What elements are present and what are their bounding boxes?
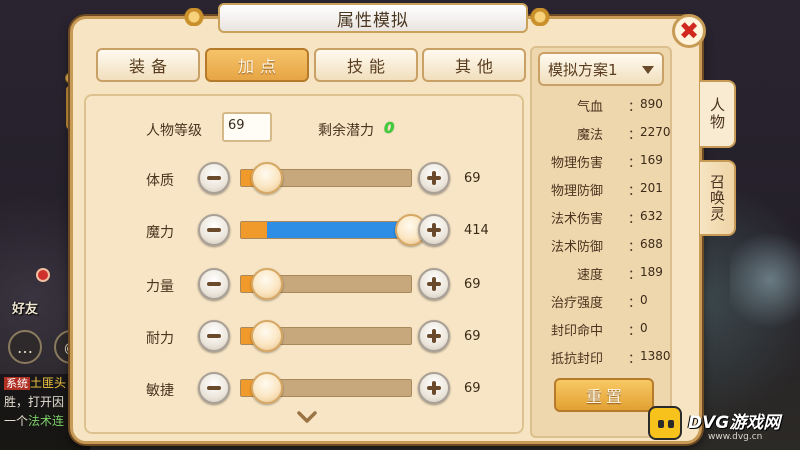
level-label: 人物等级 [146, 123, 202, 139]
minus-icon [207, 176, 221, 180]
chat-line-3-prefix: 一个 [4, 414, 29, 428]
stat-value: 0 [640, 293, 648, 307]
watermark-text: DVG游戏网 [688, 413, 781, 433]
plus-icon-v [432, 329, 436, 343]
stat-value: 0 [640, 321, 648, 335]
stat-name: 气血 [576, 100, 603, 115]
plus-icon-v [432, 277, 436, 291]
minus-icon [207, 386, 221, 390]
side-tab-summon[interactable]: 召唤灵 [700, 160, 736, 236]
close-button[interactable]: ✖ [672, 14, 706, 48]
plus-icon-v [432, 223, 436, 237]
attribute-slider[interactable] [240, 268, 412, 300]
system-tag: 系统 [4, 377, 30, 390]
potential-value: 0 [384, 119, 395, 137]
attribute-label: 魔力 [146, 225, 174, 241]
scheme-dropdown[interactable]: 模拟方案1 [538, 52, 664, 86]
stat-name: 法术防御 [550, 240, 603, 255]
notification-dot [36, 268, 50, 282]
panel-title: 属性模拟 [218, 3, 528, 33]
chat-line-1-text: 土匪头 [30, 376, 67, 390]
stat-value: 201 [640, 181, 663, 195]
scroll-down-icon[interactable] [296, 410, 318, 424]
increase-button[interactable] [418, 268, 450, 300]
minus-icon [207, 334, 221, 338]
stat-value: 632 [640, 209, 663, 223]
slider-knob[interactable] [251, 162, 283, 194]
slider-knob[interactable] [251, 372, 283, 404]
scene-decoration [730, 230, 800, 340]
side-tab-label: 召唤灵 [708, 174, 726, 222]
side-tab-label: 人物 [708, 97, 726, 131]
title-ornament-right [526, 8, 554, 26]
stat-value: 688 [640, 237, 663, 251]
friends-label[interactable]: 好友 [12, 298, 38, 317]
stat-name: 速度 [576, 268, 603, 283]
plus-icon-v [432, 381, 436, 395]
chat-bubble-icon[interactable]: … [8, 330, 42, 364]
increase-button[interactable] [418, 214, 450, 246]
attribute-label: 耐力 [146, 331, 174, 347]
decrease-button[interactable] [198, 268, 230, 300]
attribute-value: 69 [464, 381, 481, 396]
increase-button[interactable] [418, 162, 450, 194]
attribute-label: 敏捷 [146, 383, 174, 399]
chevron-down-icon [642, 66, 654, 74]
attribute-value: 69 [464, 171, 481, 186]
minus-icon [207, 282, 221, 286]
stat-value: 2270 [640, 125, 671, 139]
tab-add-points[interactable]: 加点 [205, 48, 309, 82]
chat-line-3-highlight: 法术连 [28, 414, 65, 428]
stat-name: 治疗强度 [550, 296, 603, 311]
attribute-slider[interactable] [240, 162, 412, 194]
watermark-logo-icon [648, 406, 682, 440]
increase-button[interactable] [418, 372, 450, 404]
attribute-value: 69 [464, 277, 481, 292]
increase-button[interactable] [418, 320, 450, 352]
stat-name: 封印命中 [550, 324, 603, 339]
tab-skills[interactable]: 技能 [314, 48, 418, 82]
stat-value: 890 [640, 97, 663, 111]
slider-knob[interactable] [251, 320, 283, 352]
level-input[interactable]: 69 [222, 112, 272, 142]
watermark-sub: www.dvg.cn [708, 432, 763, 442]
slider-fill [267, 222, 413, 238]
decrease-button[interactable] [198, 162, 230, 194]
title-ornament-left [180, 8, 208, 26]
attribute-slider[interactable] [240, 372, 412, 404]
decrease-button[interactable] [198, 372, 230, 404]
minus-icon [207, 228, 221, 232]
stat-value: 169 [640, 153, 663, 167]
stats-area: 模拟方案1 气血 ： 890 魔法 ： 2270 物理伤害 ： 169 物理防御… [530, 46, 672, 438]
decrease-button[interactable] [198, 214, 230, 246]
slider-base-fill [241, 222, 267, 238]
logo-eye-left [658, 420, 664, 428]
stat-value: 189 [640, 265, 663, 279]
stat-value: 1380 [640, 349, 671, 363]
stat-name: 物理防御 [550, 184, 603, 199]
attribute-value: 69 [464, 329, 481, 344]
attribute-slider[interactable] [240, 320, 412, 352]
tab-other[interactable]: 其他 [422, 48, 526, 82]
attribute-slider[interactable] [240, 214, 427, 246]
logo-eye-right [668, 420, 674, 428]
stat-name: 法术伤害 [550, 212, 603, 227]
side-tab-character[interactable]: 人物 [700, 80, 736, 148]
slider-knob[interactable] [251, 268, 283, 300]
plus-icon-v [432, 171, 436, 185]
stat-name: 物理伤害 [550, 156, 603, 171]
scheme-selected: 模拟方案1 [548, 60, 618, 79]
potential-label: 剩余潜力 [318, 123, 374, 139]
stat-name: 抵抗封印 [550, 352, 603, 367]
reset-button[interactable]: 重置 [554, 378, 654, 412]
attribute-value: 414 [464, 223, 489, 238]
watermark: DVG游戏网 www.dvg.cn [648, 404, 798, 446]
attribute-label: 体质 [146, 173, 174, 189]
attribute-label: 力量 [146, 279, 174, 295]
stat-name: 魔法 [576, 128, 603, 143]
tab-equipment[interactable]: 装备 [96, 48, 200, 82]
decrease-button[interactable] [198, 320, 230, 352]
